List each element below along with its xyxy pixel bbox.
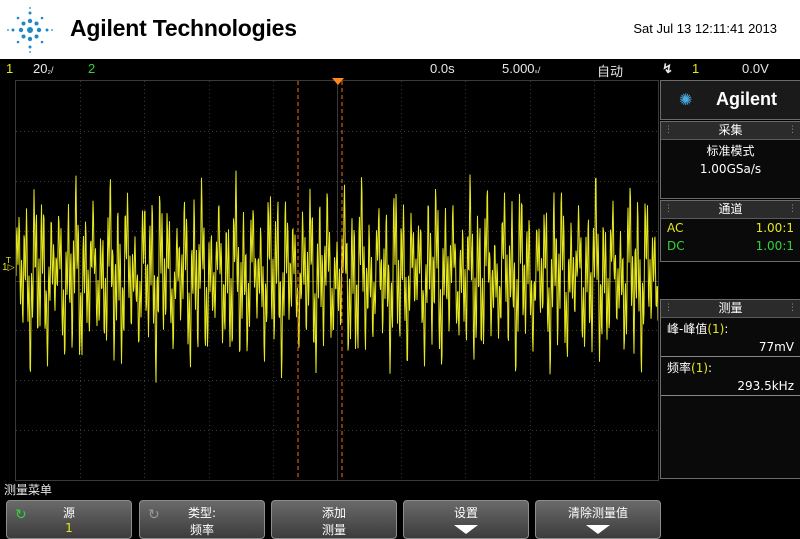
time-scale[interactable]: 5.000ₛ/: [502, 61, 540, 76]
side-logo-text: Agilent: [716, 89, 777, 109]
v-per-div-icon: ₂/: [47, 65, 54, 75]
rising-edge-icon: ↯: [662, 61, 673, 76]
measurements-panel[interactable]: ⋮ 测量 ⋮ 峰-峰值(1): 77mV 频率(1): 293.5kHz: [660, 299, 800, 479]
ch2-coupling-row: DC 1.00:1: [661, 237, 800, 255]
arrow-down-icon: [454, 525, 478, 534]
trigger-source[interactable]: 1: [692, 61, 699, 76]
softkey-bar: ↻ 源 1 ↻ 类型: 频率 添加 测量 设置 清除测量值: [0, 498, 800, 539]
measure-item-value: 293.5kHz: [661, 377, 800, 396]
agilent-spark-logo-icon: [7, 7, 53, 53]
measure-title: 测量: [718, 301, 743, 315]
channels-title: 通道: [718, 202, 743, 216]
trigger-mode[interactable]: 自动: [597, 61, 623, 80]
measure-item-value: 77mV: [661, 338, 800, 357]
softkey-add-measurement[interactable]: 添加 测量: [271, 500, 397, 539]
trigger-level[interactable]: 0.0V: [742, 61, 769, 76]
softkey-type[interactable]: ↻ 类型: 频率: [139, 500, 265, 539]
brand-title: Agilent Technologies: [70, 15, 297, 41]
measure-item-label: 峰-峰值(1):: [667, 322, 729, 336]
ch1-probe: 1.00:1: [755, 221, 794, 235]
ch1-coupling-row: AC 1.00:1: [661, 219, 800, 237]
s-per-div-icon: ₛ/: [534, 65, 541, 75]
softkey-settings[interactable]: 设置: [403, 500, 529, 539]
trigger-level-marker[interactable]: T: [6, 256, 11, 265]
ch2-number[interactable]: 2: [88, 61, 95, 76]
softkey-clear-measurements[interactable]: 清除测量值: [535, 500, 661, 539]
datetime-label: Sat Jul 13 12:11:41 2013: [633, 21, 777, 36]
waveform-display[interactable]: [15, 80, 659, 481]
acquire-title: 采集: [718, 123, 743, 137]
trigger-position-icon[interactable]: [332, 78, 344, 86]
arrow-down-icon: [586, 525, 610, 534]
waveform-graticule: [16, 81, 658, 480]
side-panel: ✺ Agilent ⋮ 采集 ⋮ 标准模式 1.00GSa/s ⋮ 通道 ⋮ AC 1.…: [660, 80, 800, 479]
ch1-coupling: AC: [667, 221, 684, 235]
channels-panel[interactable]: ⋮ 通道 ⋮ AC 1.00:1 DC 1.00:1: [660, 200, 800, 262]
ch1-scale[interactable]: 20₂/: [33, 61, 53, 76]
measure-item-label: 频率(1):: [667, 361, 713, 375]
status-bar: 1 20₂/ 2 0.0s 5.000ₛ/ 自动 ↯ 1 0.0V: [0, 59, 800, 79]
ch2-probe: 1.00:1: [755, 239, 794, 253]
agilent-logo-panel: ✺ Agilent: [660, 80, 800, 120]
acquire-rate: 1.00GSa/s: [699, 162, 762, 176]
acquire-mode: 标准模式: [706, 144, 755, 158]
ch2-coupling: DC: [667, 239, 685, 253]
agilent-spark-small-icon: ✺: [679, 90, 693, 109]
ch1-number[interactable]: 1: [6, 61, 13, 76]
acquire-panel[interactable]: ⋮ 采集 ⋮ 标准模式 1.00GSa/s: [660, 121, 800, 199]
time-offset[interactable]: 0.0s: [430, 61, 455, 76]
title-bar: Agilent Technologies Sat Jul 13 12:11:41…: [0, 0, 800, 59]
softkey-source[interactable]: ↻ 源 1: [6, 500, 132, 539]
menu-title: 测量菜单: [4, 483, 53, 497]
